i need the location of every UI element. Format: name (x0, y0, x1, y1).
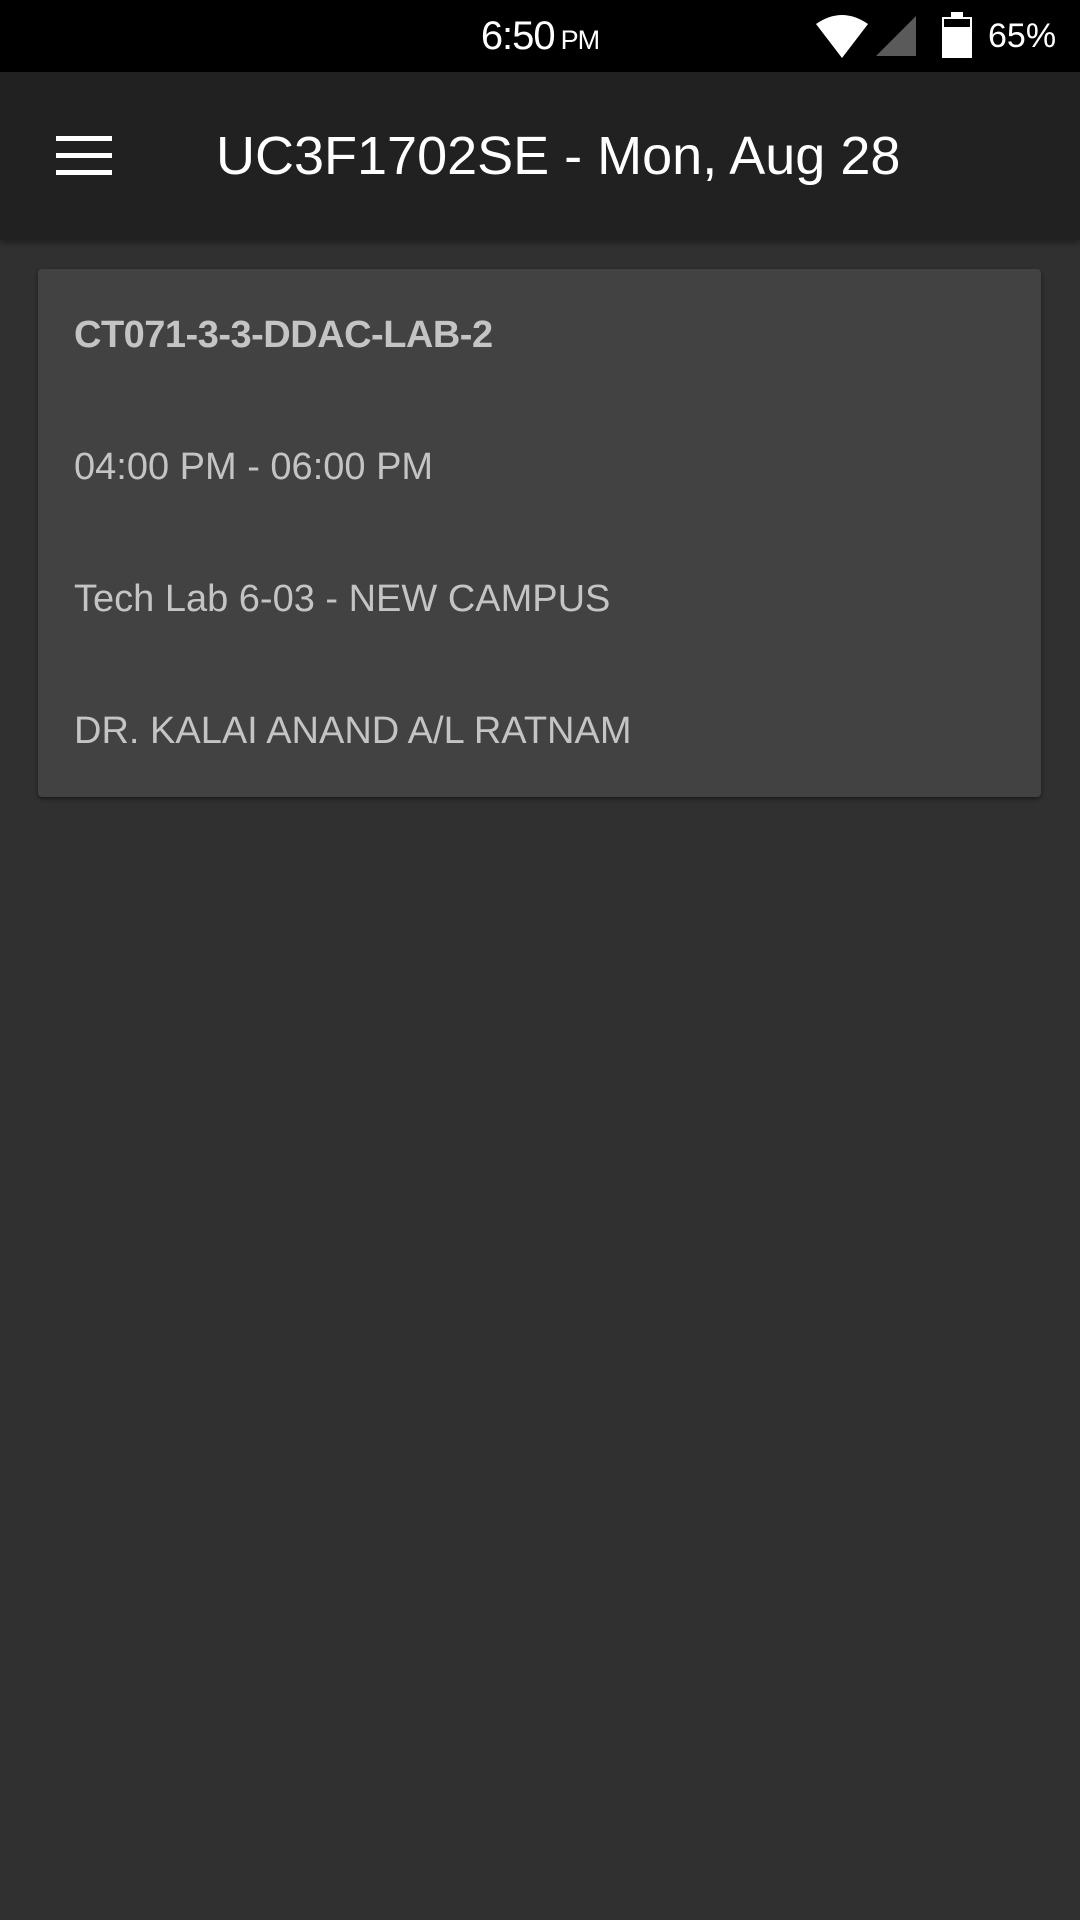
class-room: Tech Lab 6-03 - NEW CAMPUS (74, 578, 611, 620)
status-clock: 6:50 (480, 14, 556, 58)
class-time: 04:00 PM - 06:00 PM (74, 446, 434, 488)
class-lecturer: DR. KALAI ANAND A/L RATNAM (74, 710, 632, 752)
class-card[interactable]: CT071-3-3-DDAC-LAB-2 04:00 PM - 06:00 PM… (38, 269, 1041, 797)
status-bar: 6:50 PM 65% (0, 0, 1080, 72)
battery-icon (942, 12, 972, 58)
page-title: UC3F1702SE - Mon, Aug 28 (216, 126, 901, 186)
hamburger-menu-icon (56, 136, 112, 176)
status-time: 6:50 PM (0, 10, 1080, 66)
menu-button[interactable] (40, 112, 128, 200)
status-ampm: PM (560, 25, 600, 55)
battery-percent: 65% (988, 17, 1057, 55)
wifi-icon (816, 15, 868, 58)
app-bar: UC3F1702SE - Mon, Aug 28 (0, 72, 1080, 240)
class-code: CT071-3-3-DDAC-LAB-2 (74, 314, 493, 356)
cell-signal-icon (876, 16, 916, 56)
